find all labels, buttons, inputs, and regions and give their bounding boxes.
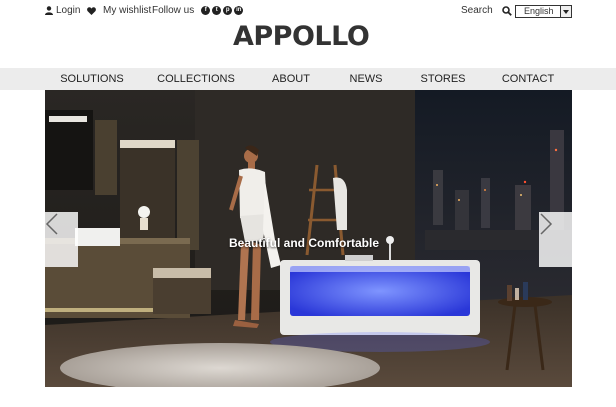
follow-us: Follow us f t p in bbox=[152, 5, 244, 16]
nav-item-solutions[interactable]: SOLUTIONS bbox=[56, 68, 128, 90]
prev-slide-button[interactable] bbox=[45, 212, 78, 267]
search-link[interactable]: Search bbox=[461, 5, 512, 16]
language-select[interactable]: English bbox=[515, 5, 572, 18]
twitter-icon[interactable]: t bbox=[212, 6, 222, 15]
nav-item-stores[interactable]: STORES bbox=[418, 68, 468, 90]
nav-item-about[interactable]: ABOUT bbox=[266, 68, 316, 90]
linkedin-icon[interactable]: in bbox=[234, 6, 244, 15]
wishlist-link[interactable]: My wishlist bbox=[87, 5, 151, 16]
nav-item-collections[interactable]: COLLECTIONS bbox=[157, 68, 235, 90]
main-nav: SOLUTIONS COLLECTIONS ABOUT NEWS STORES … bbox=[0, 68, 616, 90]
facebook-icon[interactable]: f bbox=[201, 6, 211, 15]
logo-text: APPOLLO bbox=[233, 21, 370, 52]
nav-item-contact[interactable]: CONTACT bbox=[500, 68, 556, 90]
next-slide-button[interactable] bbox=[539, 212, 572, 267]
chevron-right-icon bbox=[540, 213, 553, 235]
nav-item-news[interactable]: NEWS bbox=[344, 68, 388, 90]
follow-label: Follow us bbox=[152, 5, 195, 16]
brand-logo[interactable]: APPOLLO bbox=[233, 22, 385, 52]
hero-caption: Beautiful and Comfortable bbox=[229, 236, 380, 250]
heart-icon bbox=[87, 6, 96, 15]
social-icons: f t p in bbox=[201, 6, 244, 15]
search-icon[interactable] bbox=[501, 5, 512, 16]
wishlist-label: My wishlist bbox=[103, 5, 152, 16]
search-label: Search bbox=[461, 5, 493, 16]
chevron-left-icon bbox=[45, 213, 58, 235]
language-value: English bbox=[524, 6, 554, 16]
user-icon bbox=[45, 6, 53, 15]
pinterest-icon[interactable]: p bbox=[223, 6, 233, 15]
login-link[interactable]: Login bbox=[45, 5, 80, 16]
chevron-down-icon[interactable] bbox=[560, 6, 571, 17]
hero-banner: Beautiful and Comfortable bbox=[45, 90, 572, 387]
login-label: Login bbox=[56, 5, 81, 16]
